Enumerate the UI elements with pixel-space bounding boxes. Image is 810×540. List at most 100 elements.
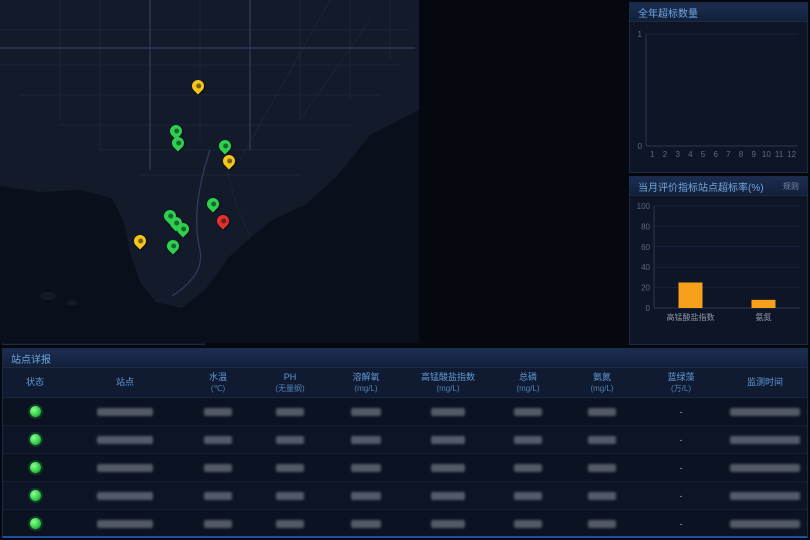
cell-站点 bbox=[67, 398, 183, 425]
cell-氨氮 bbox=[565, 510, 639, 537]
cell-蓝绿藻: - bbox=[639, 454, 723, 481]
cell-水温 bbox=[183, 398, 253, 425]
cell-高锰酸盐指数 bbox=[405, 454, 491, 481]
masked-value bbox=[204, 464, 232, 472]
masked-value bbox=[588, 464, 616, 472]
map-canvas bbox=[0, 0, 419, 343]
masked-value bbox=[514, 408, 542, 416]
column-header-监测时间: 监测时间 bbox=[723, 368, 807, 397]
masked-value bbox=[351, 492, 381, 500]
masked-value bbox=[588, 408, 616, 416]
table-body: ----- bbox=[3, 398, 807, 538]
column-header-状态: 状态 bbox=[3, 368, 67, 397]
cell-PH bbox=[253, 454, 327, 481]
cell-监测时间 bbox=[723, 426, 807, 453]
svg-text:100: 100 bbox=[637, 202, 651, 211]
masked-value bbox=[97, 408, 153, 416]
panel-header: 站点详报 bbox=[3, 349, 807, 368]
cell-水温 bbox=[183, 482, 253, 509]
table-row[interactable]: - bbox=[3, 482, 807, 510]
column-header-氨氮: 氨氮(mg/L) bbox=[565, 368, 639, 397]
svg-text:5: 5 bbox=[701, 150, 706, 159]
cell-总磷 bbox=[491, 454, 565, 481]
svg-text:4: 4 bbox=[688, 150, 693, 159]
svg-text:1: 1 bbox=[650, 150, 655, 159]
masked-value bbox=[204, 436, 232, 444]
svg-text:60: 60 bbox=[641, 243, 650, 252]
cell-溶解氧 bbox=[327, 454, 405, 481]
panel-title: 站点详报 bbox=[11, 351, 51, 366]
masked-value bbox=[276, 520, 304, 528]
table-row[interactable]: - bbox=[3, 398, 807, 426]
masked-value bbox=[204, 520, 232, 528]
cell-状态 bbox=[3, 454, 67, 481]
cell-监测时间 bbox=[723, 482, 807, 509]
panel-title: 当月评价指标站点超标率(%) bbox=[638, 179, 764, 194]
cell-蓝绿藻: - bbox=[639, 426, 723, 453]
rule-link[interactable]: 规则 bbox=[783, 181, 799, 192]
masked-value bbox=[730, 408, 800, 416]
cell-水温 bbox=[183, 426, 253, 453]
cell-PH bbox=[253, 510, 327, 537]
masked-value bbox=[204, 408, 232, 416]
svg-text:7: 7 bbox=[726, 150, 731, 159]
svg-text:3: 3 bbox=[675, 150, 680, 159]
cell-溶解氧 bbox=[327, 426, 405, 453]
bar-氨氮 bbox=[752, 300, 776, 308]
cell-氨氮 bbox=[565, 482, 639, 509]
svg-text:20: 20 bbox=[641, 284, 650, 293]
status-indicator-green bbox=[30, 434, 41, 445]
column-header-PH: PH(无量纲) bbox=[253, 368, 327, 397]
column-header-站点: 站点 bbox=[67, 368, 183, 397]
masked-value bbox=[588, 436, 616, 444]
city-map[interactable] bbox=[0, 0, 419, 343]
table-row[interactable]: - bbox=[3, 426, 807, 454]
svg-text:高锰酸盐指数: 高锰酸盐指数 bbox=[667, 312, 715, 322]
svg-text:氨氮: 氨氮 bbox=[756, 312, 772, 322]
masked-value bbox=[351, 464, 381, 472]
column-header-总磷: 总磷(mg/L) bbox=[491, 368, 565, 397]
cell-氨氮 bbox=[565, 454, 639, 481]
masked-value bbox=[730, 492, 800, 500]
masked-value bbox=[431, 520, 465, 528]
masked-value bbox=[276, 408, 304, 416]
bar-高锰酸盐指数 bbox=[679, 283, 703, 309]
table-row[interactable]: - bbox=[3, 454, 807, 482]
masked-value bbox=[276, 464, 304, 472]
cell-高锰酸盐指数 bbox=[405, 426, 491, 453]
cell-蓝绿藻: - bbox=[639, 510, 723, 537]
masked-value bbox=[97, 464, 153, 472]
masked-value bbox=[97, 436, 153, 444]
cell-站点 bbox=[67, 426, 183, 453]
cell-高锰酸盐指数 bbox=[405, 482, 491, 509]
svg-text:0: 0 bbox=[646, 304, 651, 313]
cell-监测时间 bbox=[723, 398, 807, 425]
panel-header: 当月评价指标站点超标率(%) 规则 bbox=[630, 177, 807, 196]
masked-value bbox=[431, 436, 465, 444]
masked-value bbox=[351, 408, 381, 416]
masked-value bbox=[276, 492, 304, 500]
water-quality-dashboard: 当月水质等级 I类II类III类IV类V类劣V类 全年水质等级 I类II类III… bbox=[0, 0, 810, 540]
column-header-蓝绿藻: 蓝绿藻(万/L) bbox=[639, 368, 723, 397]
svg-text:0: 0 bbox=[638, 142, 643, 151]
cell-状态 bbox=[3, 482, 67, 509]
svg-text:2: 2 bbox=[663, 150, 668, 159]
svg-text:11: 11 bbox=[775, 150, 784, 159]
exceedance-rate-bar-chart: 020406080100高锰酸盐指数氨氮 bbox=[630, 196, 807, 340]
cell-蓝绿藻: - bbox=[639, 482, 723, 509]
masked-value bbox=[431, 492, 465, 500]
table-row[interactable]: - bbox=[3, 510, 807, 538]
masked-value bbox=[730, 464, 800, 472]
masked-value bbox=[351, 436, 381, 444]
svg-text:9: 9 bbox=[751, 150, 756, 159]
cell-状态 bbox=[3, 398, 67, 425]
cell-站点 bbox=[67, 510, 183, 537]
svg-text:40: 40 bbox=[641, 263, 650, 272]
svg-text:8: 8 bbox=[739, 150, 744, 159]
cell-总磷 bbox=[491, 482, 565, 509]
masked-value bbox=[730, 520, 800, 528]
cell-PH bbox=[253, 482, 327, 509]
masked-value bbox=[97, 520, 153, 528]
masked-value bbox=[730, 436, 800, 444]
panel-title: 全年超标数量 bbox=[638, 5, 698, 20]
